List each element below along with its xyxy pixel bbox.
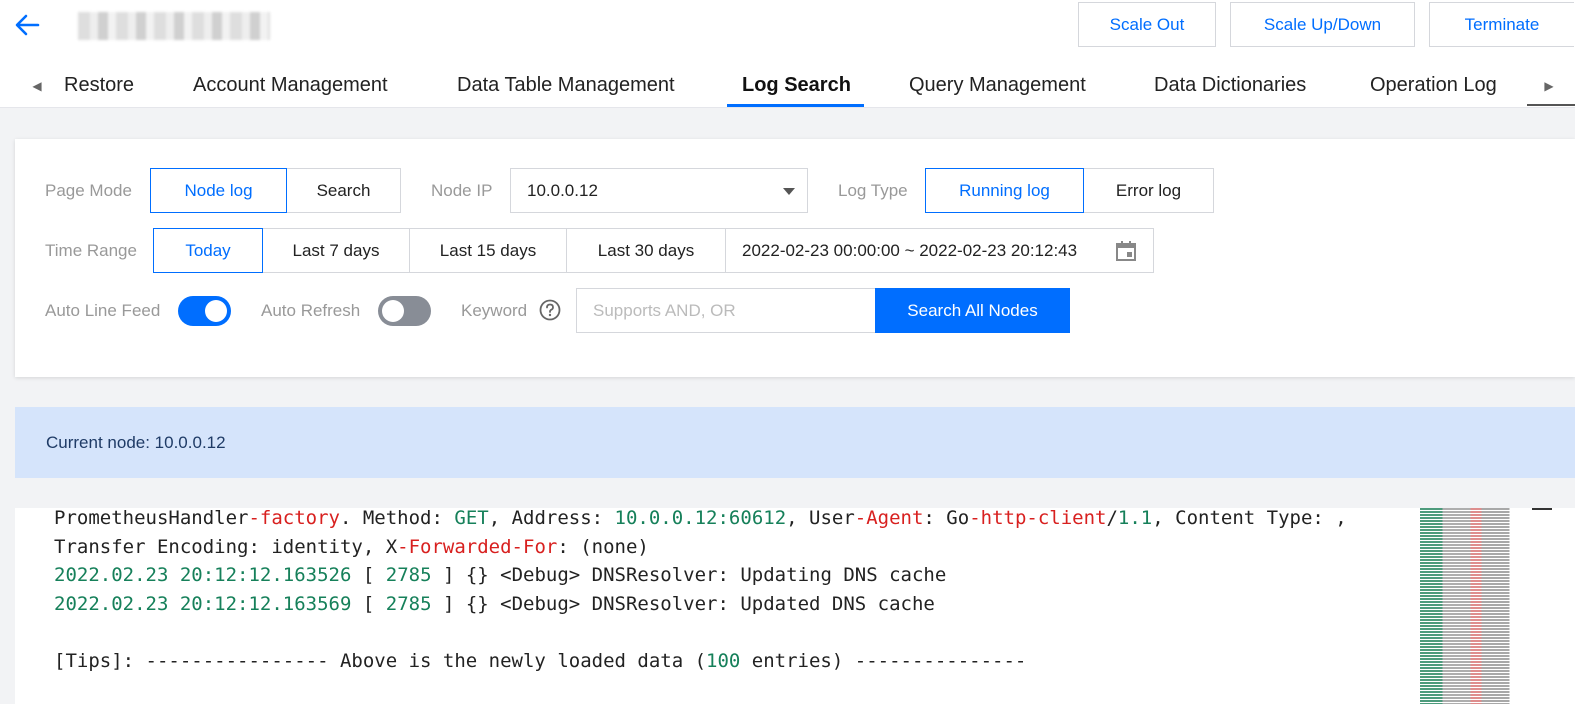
active-tab-indicator: [727, 104, 864, 107]
toggle-knob: [382, 300, 404, 322]
time-range-label: Time Range: [45, 241, 137, 260]
tab-restore[interactable]: Restore: [64, 74, 134, 97]
toggle-knob: [205, 300, 227, 322]
search-all-nodes-button[interactable]: Search All Nodes: [875, 288, 1070, 333]
current-node-text: Current node: 10.0.0.12: [46, 433, 226, 452]
auto-refresh-toggle[interactable]: [378, 296, 431, 326]
help-icon[interactable]: [539, 299, 561, 321]
tab-query-management[interactable]: Query Management: [909, 74, 1086, 97]
auto-line-feed-toggle[interactable]: [178, 296, 231, 326]
time-range-last-30-days[interactable]: Last 30 days: [566, 228, 726, 273]
time-range-last-15-days[interactable]: Last 15 days: [409, 228, 567, 273]
auto-line-feed-label: Auto Line Feed: [45, 301, 161, 320]
tab-end-divider: [1527, 104, 1575, 106]
minimap-slider[interactable]: [1532, 508, 1552, 510]
page-mode-search[interactable]: Search: [286, 168, 401, 213]
tab-account-management[interactable]: Account Management: [193, 74, 388, 97]
date-range-picker[interactable]: 2022-02-23 00:00:00 ~ 2022-02-23 20:12:4…: [725, 228, 1154, 273]
page-header: Scale Out Scale Up/Down Terminate ◀ Rest…: [0, 0, 1575, 108]
filter-card: Page Mode Node log Search Node IP 10.0.0…: [15, 139, 1575, 377]
scale-out-button[interactable]: Scale Out: [1078, 2, 1216, 47]
log-line: PrometheusHandler-factory. Method: GET, …: [54, 508, 1347, 529]
tab-operation-log[interactable]: Operation Log: [1370, 74, 1497, 97]
current-node-banner: Current node: 10.0.0.12: [15, 407, 1575, 478]
tab-log-search[interactable]: Log Search: [742, 74, 851, 97]
header-actions: Scale Out Scale Up/Down Terminate: [1078, 2, 1574, 47]
log-type-label: Log Type: [838, 181, 908, 200]
auto-refresh-label: Auto Refresh: [261, 301, 361, 320]
time-range-today[interactable]: Today: [153, 228, 263, 273]
log-line: 2022.02.23 20:12:12.163569 [ 2785 ] {} <…: [54, 592, 935, 615]
keyword-label: Keyword: [461, 301, 528, 320]
page-mode-node-log[interactable]: Node log: [150, 168, 287, 213]
tab-data-dictionaries[interactable]: Data Dictionaries: [1154, 74, 1306, 97]
log-line: Transfer Encoding: identity, X-Forwarded…: [54, 535, 649, 558]
tab-data-table-management[interactable]: Data Table Management: [457, 74, 675, 97]
keyword-input[interactable]: [576, 288, 876, 333]
page-mode-label: Page Mode: [45, 181, 132, 200]
node-ip-label: Node IP: [431, 181, 493, 200]
terminate-button[interactable]: Terminate: [1429, 2, 1574, 47]
log-lines: PrometheusHandler-factory. Method: GET, …: [54, 508, 1347, 675]
tab-bar: ◀ Restore Account Management Data Table …: [0, 62, 1575, 108]
tab-scroll-left-icon[interactable]: ◀: [27, 76, 47, 96]
log-type-error[interactable]: Error log: [1083, 168, 1214, 213]
calendar-icon: [1116, 241, 1136, 261]
log-viewer[interactable]: PrometheusHandler-factory. Method: GET, …: [15, 508, 1575, 704]
time-range-last-7-days[interactable]: Last 7 days: [262, 228, 410, 273]
log-line: 2022.02.23 20:12:12.163526 [ 2785 ] {} <…: [54, 564, 947, 586]
log-minimap[interactable]: [1420, 508, 1532, 704]
node-ip-value: 10.0.0.12: [527, 180, 598, 200]
dropdown-caret-icon: [783, 188, 795, 195]
blurred-instance-title: [78, 12, 270, 40]
date-range-value: 2022-02-23 00:00:00 ~ 2022-02-23 20:12:4…: [742, 240, 1078, 260]
log-line-blank: [54, 618, 1347, 647]
back-arrow-icon[interactable]: [12, 10, 42, 40]
tab-scroll-right-icon[interactable]: ▶: [1539, 76, 1559, 96]
node-ip-select[interactable]: 10.0.0.12: [510, 168, 808, 213]
log-type-running[interactable]: Running log: [925, 168, 1084, 213]
scale-up-down-button[interactable]: Scale Up/Down: [1230, 2, 1415, 47]
log-line-tips: [Tips]: ---------------- Above is the ne…: [54, 649, 1027, 672]
